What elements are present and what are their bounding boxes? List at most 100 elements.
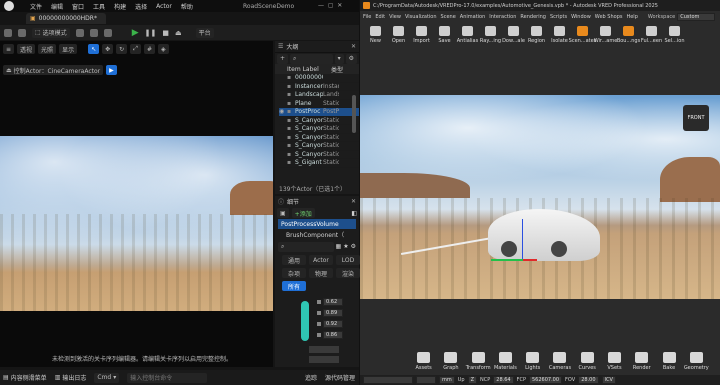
workspace-dropdown[interactable]: Custom: [677, 13, 716, 21]
vred-menu-item[interactable]: Web Shops: [595, 14, 623, 20]
component-row-selected[interactable]: PostProcessVolume: [278, 219, 356, 229]
ncp-field[interactable]: 28.64: [493, 376, 514, 384]
vred-tool-button[interactable]: Antialias: [456, 26, 479, 44]
outliner-add-button[interactable]: +: [277, 53, 289, 64]
property-matrix-icon[interactable]: ▦: [336, 243, 342, 250]
create-icon[interactable]: [75, 28, 84, 37]
vred-tool-button[interactable]: Open: [387, 26, 410, 44]
vred-tool-button[interactable]: Ray...ing: [479, 26, 502, 44]
outliner-filter-icon[interactable]: ▾: [334, 53, 344, 64]
channel-value-field[interactable]: 0.86: [323, 330, 343, 339]
details-filter-button[interactable]: 杂项: [282, 268, 306, 278]
ue-menu-item[interactable]: 选择: [135, 2, 147, 11]
save-icon[interactable]: [4, 28, 12, 37]
outliner-row[interactable]: ▪ S_Canyon Static: [279, 134, 359, 142]
blueprint-icon[interactable]: [89, 28, 98, 37]
vred-module-button[interactable]: Graph: [437, 351, 464, 371]
ue-menu-item[interactable]: 编辑: [51, 2, 63, 11]
outliner-row[interactable]: ▪ S_Gigant Static: [279, 159, 359, 168]
column-item-label[interactable]: Item Label: [287, 66, 331, 73]
scale-tool-icon[interactable]: ⤢: [130, 44, 141, 54]
outliner-row[interactable]: ▪ S_Canyon Static: [279, 117, 359, 125]
vred-tool-button[interactable]: New: [364, 26, 387, 44]
column-type[interactable]: 类型: [331, 65, 343, 74]
outliner-row[interactable]: ◉ ▪ PostProc PostP: [279, 108, 359, 117]
details-filter-button[interactable]: Actor: [309, 255, 333, 265]
ue-menu-item[interactable]: 帮助: [181, 2, 193, 11]
script-input[interactable]: [363, 376, 413, 384]
fov-field[interactable]: 28.00: [578, 376, 599, 384]
cmd-dropdown[interactable]: Cmd ▾: [94, 372, 120, 383]
camera-icon[interactable]: ▶: [106, 65, 117, 75]
ue-viewport[interactable]: ≡ 透视 光照 显示 ↖ ✥ ↻ ⤢ # ◈ ⏏ 控制Actor：CineCame…: [0, 41, 273, 367]
details-filter-button[interactable]: 通用: [282, 255, 306, 265]
source-control-button[interactable]: 源代码管理: [325, 373, 355, 382]
vred-tool-button[interactable]: Save: [433, 26, 456, 44]
gizmo-y-axis[interactable]: [491, 259, 523, 261]
vred-tool-button[interactable]: Ful...een: [640, 26, 663, 44]
outliner-scrollbar[interactable]: [352, 95, 356, 133]
ue-menu-item[interactable]: 工具: [93, 2, 105, 11]
console-input[interactable]: 输入控制台命令: [127, 372, 208, 383]
mode-dropdown[interactable]: ⬚ 选项模式: [32, 27, 70, 38]
vred-module-button[interactable]: Cameras: [546, 351, 573, 371]
add-component-button[interactable]: +添加: [291, 208, 315, 218]
vred-viewport[interactable]: FRONT: [360, 95, 720, 299]
details-search-input[interactable]: ⌕: [278, 241, 334, 252]
gizmo-z-axis[interactable]: [522, 219, 523, 259]
vred-module-button[interactable]: Bake: [655, 351, 682, 371]
vred-module-button[interactable]: Render: [628, 351, 655, 371]
vred-module-button[interactable]: Transform: [465, 351, 492, 371]
vred-menu-item[interactable]: Scene: [441, 14, 456, 20]
vred-tool-button[interactable]: Bou...ngs: [617, 26, 640, 44]
units-dropdown[interactable]: mm: [439, 376, 455, 384]
vred-menu-item[interactable]: Rendering: [520, 14, 546, 20]
vred-tool-button[interactable]: Isolate: [548, 26, 571, 44]
vred-module-button[interactable]: Curves: [574, 351, 601, 371]
move-tool-icon[interactable]: ✥: [102, 44, 114, 54]
vred-menu-item[interactable]: Interaction: [489, 14, 516, 20]
level-tab[interactable]: ▣ 00000000000HDR*: [26, 13, 106, 24]
eject-icon[interactable]: ⏏: [175, 29, 182, 37]
ue-menu-item[interactable]: 构建: [114, 2, 126, 11]
icv-button[interactable]: ICV: [601, 376, 616, 384]
color-wheel-icon[interactable]: [301, 301, 309, 341]
outliner-row[interactable]: ▪ S_Canyon Static: [279, 125, 359, 134]
property-slider-2[interactable]: [309, 356, 339, 363]
outliner-row[interactable]: ▪ S_Canyon Static: [279, 142, 359, 151]
vred-module-button[interactable]: VSets: [601, 351, 628, 371]
viewcube[interactable]: FRONT: [683, 105, 709, 131]
output-log-button[interactable]: ▥ 输出日志: [55, 373, 87, 382]
grid-snap-button[interactable]: #: [143, 44, 156, 54]
details-close-icon[interactable]: ✕: [351, 198, 356, 205]
window-controls[interactable]: — ▢ ✕: [318, 2, 342, 9]
outliner-row[interactable]: ▪LandscapeLands: [279, 91, 359, 100]
camera-speed-button[interactable]: ◈: [158, 44, 169, 54]
vred-menu-item[interactable]: Edit: [375, 14, 385, 20]
details-filter-button[interactable]: 所有: [282, 281, 306, 291]
select-tool-icon[interactable]: ↖: [88, 44, 100, 54]
gizmo-x-axis[interactable]: [523, 259, 537, 261]
vred-tool-button[interactable]: Scen...ates: [569, 26, 596, 44]
favorite-star-icon[interactable]: ★: [343, 243, 348, 250]
script-input-2[interactable]: [416, 376, 436, 384]
blueprint-convert-icon[interactable]: ◧: [351, 210, 357, 217]
details-filter-button[interactable]: 渲染: [336, 268, 360, 278]
lit-button[interactable]: 光照: [38, 44, 57, 54]
details-filter-button[interactable]: 物理: [309, 268, 333, 278]
vred-module-button[interactable]: Assets: [410, 351, 437, 371]
outliner-search-input[interactable]: ⌕: [290, 53, 333, 64]
outliner-row[interactable]: ▪00000000000HDR: [279, 74, 359, 83]
details-filter-button[interactable]: LOD: [336, 255, 360, 265]
vred-tool-button[interactable]: Region: [525, 26, 548, 44]
vred-module-button[interactable]: Lights: [519, 351, 546, 371]
outliner-settings-icon[interactable]: ⚙: [345, 53, 357, 64]
outliner-row[interactable]: ▪InstancerInstan: [279, 83, 359, 91]
vred-menu-item[interactable]: Animation: [460, 14, 486, 20]
channel-value-field[interactable]: 0.92: [323, 319, 343, 328]
outliner-close-icon[interactable]: ✕: [351, 43, 356, 50]
vred-menu-item[interactable]: Window: [571, 14, 591, 20]
vred-tool-button[interactable]: Import: [410, 26, 433, 44]
visibility-eye-icon[interactable]: ◉: [279, 108, 287, 115]
channel-value-field[interactable]: 0.62: [323, 297, 343, 306]
